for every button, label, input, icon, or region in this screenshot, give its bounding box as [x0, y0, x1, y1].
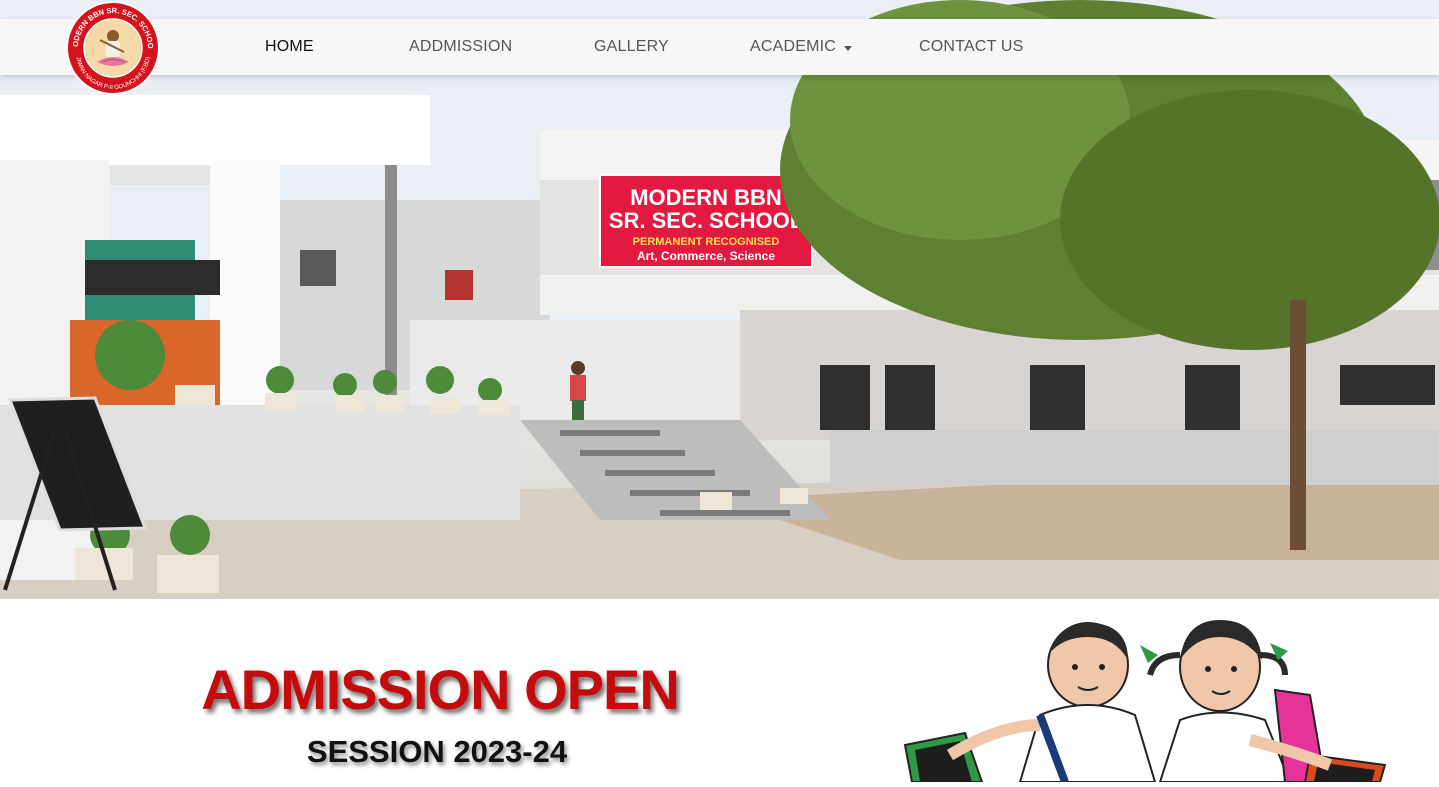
school-kids-icon	[903, 620, 1387, 784]
school-kids-illustration	[890, 615, 1430, 784]
main-navbar: HOME ADDMISSION GALLERY ACADEMIC CONTACT…	[0, 19, 1439, 75]
admission-section: ADMISSION OPEN SESSION 2023-24	[0, 599, 1439, 784]
nav-addmission[interactable]: ADDMISSION	[409, 19, 512, 75]
school-building-photo: MODERN BBN SR. SEC. SCHOOL PERMANENT REC…	[0, 0, 1439, 599]
hero-banner: MODERN BBN SR. SEC. SCHOOL PERMANENT REC…	[0, 0, 1439, 599]
nav-home[interactable]: HOME	[265, 19, 314, 75]
admission-title: ADMISSION OPEN	[201, 658, 680, 721]
nav-academic-label: ACADEMIC	[750, 38, 837, 55]
school-logo[interactable]: MODERN BBN SR. SEC. SCHOOL JIWAN NAGAR P…	[61, 0, 162, 96]
signboard-line3: PERMANENT RECOGNISED	[633, 236, 780, 248]
signboard-line4: Art, Commerce, Science	[637, 249, 775, 263]
admission-session: SESSION 2023-24	[306, 734, 568, 769]
nav-gallery[interactable]: GALLERY	[594, 19, 669, 75]
nav-academic-dropdown[interactable]: ACADEMIC	[750, 19, 853, 75]
signboard-line2: SR. SEC. SCHOOL	[609, 208, 803, 233]
caret-down-icon	[844, 45, 853, 51]
nav-contact-us[interactable]: CONTACT US	[919, 19, 1024, 75]
school-crest-logo-icon: MODERN BBN SR. SEC. SCHOOL JIWAN NAGAR P…	[61, 0, 160, 95]
signboard-line1: MODERN BBN	[630, 185, 782, 210]
